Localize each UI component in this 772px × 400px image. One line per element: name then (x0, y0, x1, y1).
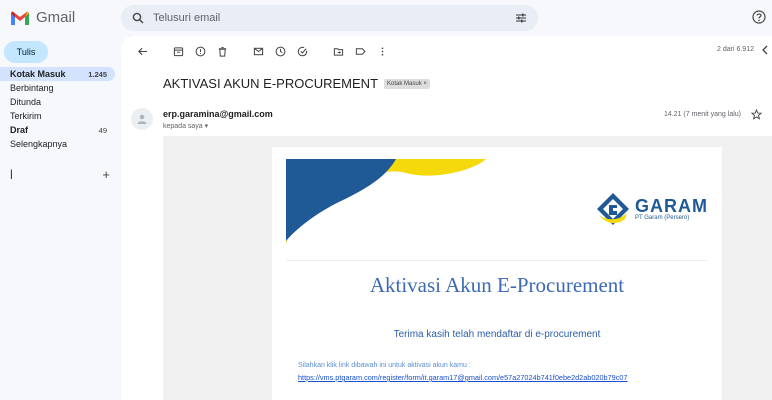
avatar[interactable] (131, 108, 153, 130)
brand-subtitle: PT Garam (Persero) (635, 214, 690, 221)
email-body: GARAM PT Garam (Persero) Aktivasi Akun E… (163, 136, 772, 400)
decorative-banner (286, 159, 486, 244)
report-spam-icon[interactable] (189, 44, 211, 58)
more-options-icon[interactable] (371, 44, 393, 58)
app-name: Gmail (36, 9, 76, 26)
sidebar-item-label: Draf (10, 125, 29, 135)
search-options-icon[interactable] (514, 11, 528, 25)
email-subject-row: AKTIVASI AKUN E-PROCUREMENT Kotak Masuk … (163, 76, 430, 91)
sidebar-item-label: Berbintang (10, 83, 54, 93)
search-icon[interactable] (131, 11, 145, 25)
sidebar-item-label: Selengkapnya (10, 139, 68, 149)
sidebar-item-inbox[interactable]: Kotak Masuk 1.245 (0, 67, 115, 81)
activation-link[interactable]: https://vms.ptgaram.com/register/form/it… (298, 373, 627, 382)
sidebar-item-drafts[interactable]: Draf 49 (0, 123, 115, 137)
add-label-button[interactable]: + (102, 167, 110, 182)
email-subject: AKTIVASI AKUN E-PROCUREMENT (163, 76, 379, 91)
back-arrow-icon[interactable] (131, 44, 153, 58)
sidebar-item-label: Terkirim (10, 111, 42, 121)
brand-name: GARAM PT Garam (Persero) (635, 197, 708, 222)
snooze-icon[interactable] (269, 44, 291, 58)
labels-section: l + (10, 167, 110, 182)
person-icon (137, 114, 147, 124)
search-input[interactable] (153, 12, 514, 24)
sidebar-item-sent[interactable]: Terkirim (0, 109, 115, 123)
archive-icon[interactable] (167, 44, 189, 58)
label-icon[interactable] (349, 44, 371, 58)
chevron-left-icon[interactable] (760, 44, 770, 56)
sidebar-item-more[interactable]: Selengkapnya (0, 137, 115, 151)
search-bar[interactable] (121, 5, 538, 31)
email-timestamp: 14.21 (7 menit yang lalu) (663, 111, 741, 118)
star-icon[interactable] (751, 109, 762, 120)
sidebar-item-count: 1.245 (88, 69, 107, 79)
help-icon[interactable] (752, 10, 766, 24)
compose-button[interactable]: Tulis (4, 41, 48, 63)
move-to-icon[interactable] (327, 44, 349, 58)
sidebar-nav: Kotak Masuk 1.245 Berbintang Ditunda Ter… (0, 67, 115, 151)
message-toolbar (131, 44, 393, 58)
message-panel: 2 dari 6.912 AKTIVASI AKUN E-PROCUREMENT… (121, 36, 772, 400)
sidebar-item-label: Ditunda (10, 97, 42, 107)
garam-mark-icon (597, 193, 629, 225)
gmail-logo[interactable]: Gmail (10, 9, 75, 26)
sidebar-item-count: 49 (98, 125, 107, 135)
sender-address[interactable]: erp.garamina@gmail.com (163, 109, 273, 119)
delete-icon[interactable] (211, 44, 233, 58)
thanks-text: Terima kasih telah mendaftar di e-procur… (393, 329, 601, 340)
mark-unread-icon[interactable] (247, 44, 269, 58)
gmail-m-icon (11, 11, 29, 25)
inbox-label-chip[interactable]: Kotak Masuk × (384, 78, 430, 89)
sidebar-item-starred[interactable]: Berbintang (0, 81, 115, 95)
sidebar-item-snoozed[interactable]: Ditunda (0, 95, 115, 109)
pagination-text: 2 dari 6.912 (717, 46, 754, 53)
recipient-dropdown[interactable]: kepada saya ▾ (163, 122, 208, 130)
email-content-card: GARAM PT Garam (Persero) Aktivasi Akun E… (272, 147, 722, 400)
garam-logo: GARAM PT Garam (Persero) (595, 191, 708, 227)
brand-title: GARAM (635, 195, 708, 216)
labels-heading: l (10, 167, 13, 182)
add-task-icon[interactable] (291, 44, 313, 58)
divider (286, 260, 708, 261)
instruction-text: Silahkan klik link dibawah ini untuk akt… (298, 362, 471, 369)
sidebar-item-label: Kotak Masuk (10, 69, 66, 79)
message-headline: Aktivasi Akun E-Procurement (369, 273, 625, 297)
